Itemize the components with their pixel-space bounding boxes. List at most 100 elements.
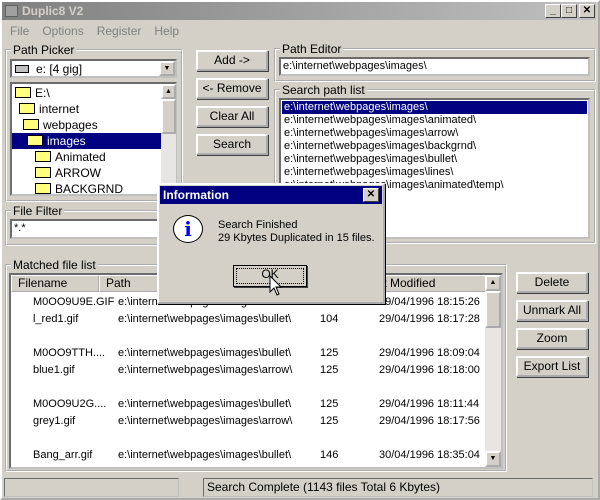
status-left <box>4 478 179 497</box>
export-list-button[interactable]: Export List <box>516 356 588 377</box>
tree-item[interactable]: Animated <box>35 149 106 165</box>
close-button[interactable]: ✕ <box>579 4 595 18</box>
cell-path[interactable]: e:\internet\webpages\images\arrow\ <box>118 364 292 376</box>
folder-icon <box>35 183 51 194</box>
menu-options[interactable]: Options <box>42 24 83 38</box>
tree-item[interactable]: ARROW <box>35 165 101 181</box>
information-icon: i <box>173 215 203 243</box>
remove-button[interactable]: <- Remove <box>196 78 268 99</box>
maximize-button[interactable]: □ <box>561 4 577 18</box>
tree-item-label: images <box>47 134 86 148</box>
cell-name[interactable]: l_red1.gif <box>33 313 78 325</box>
cell-modified[interactable]: 29/04/1996 18:17:56 <box>379 415 480 427</box>
open-folder-icon <box>27 135 43 146</box>
dialog-title: Information <box>160 186 382 204</box>
cell-size[interactable]: 125 <box>320 415 338 427</box>
tree-item-label: webpages <box>43 118 98 132</box>
tree-item-label: Animated <box>55 150 106 164</box>
cell-size[interactable]: 125 <box>320 398 338 410</box>
dialog-close-button[interactable]: ✕ <box>363 188 379 202</box>
tree-item-label: BACKGRND <box>55 182 124 196</box>
status-text: Search Complete (1143 files Total 6 Kbyt… <box>203 478 593 497</box>
search-path-item[interactable]: e:\internet\webpages\images\animated\ <box>282 114 587 127</box>
folder-icon <box>35 151 51 162</box>
cell-name[interactable]: M0OO9TTH.... <box>33 347 105 359</box>
app-icon <box>5 5 18 17</box>
drive-select[interactable]: e: [4 gig] ▼ <box>10 59 177 78</box>
title-bar: Duplic8 V2 <box>2 2 596 20</box>
matched-file-label: Matched file list <box>11 258 98 272</box>
menu-file[interactable]: File <box>10 24 29 38</box>
open-folder-icon <box>19 103 35 114</box>
file-filter-input[interactable]: *.* <box>10 219 177 239</box>
clear-all-button[interactable]: Clear All <box>196 106 268 127</box>
file-list-scrollbar[interactable]: ▲ ▼ <box>485 275 501 467</box>
delete-button[interactable]: Delete <box>516 272 588 293</box>
tree-item[interactable]: internet <box>19 101 79 117</box>
cell-path[interactable]: e:\internet\webpages\images\arrow\ <box>118 415 292 427</box>
tree-item[interactable]: images <box>12 133 161 149</box>
scroll-down-icon[interactable]: ▼ <box>485 451 501 467</box>
path-editor-label: Path Editor <box>280 42 344 56</box>
menu-register[interactable]: Register <box>97 24 142 38</box>
cell-modified[interactable]: 29/04/1996 18:17:28 <box>379 313 480 325</box>
cell-name[interactable]: blue1.gif <box>33 364 75 376</box>
column-header-filename[interactable]: Filename <box>11 275 99 292</box>
search-button[interactable]: Search <box>196 134 268 155</box>
cell-name[interactable]: Bang_arr.gif <box>33 449 92 461</box>
tree-item-label: ARROW <box>55 166 101 180</box>
search-path-item[interactable]: e:\internet\webpages\images\backgrnd\ <box>282 140 587 153</box>
folder-icon <box>35 167 51 178</box>
search-path-item[interactable]: e:\internet\webpages\images\arrow\ <box>282 127 587 140</box>
drive-icon <box>15 65 29 73</box>
cell-modified[interactable]: 29/04/1996 18:11:44 <box>379 398 479 410</box>
tree-scrollbar[interactable]: ▲ <box>161 84 176 194</box>
drive-value: e: [4 gig] <box>36 62 83 76</box>
cell-modified[interactable]: 29/04/1996 18:09:04 <box>379 347 480 359</box>
search-path-item[interactable]: e:\internet\webpages\images\bullet\ <box>282 153 587 166</box>
cell-size[interactable]: 125 <box>320 364 338 376</box>
zoom-button[interactable]: Zoom <box>516 328 588 349</box>
cell-size[interactable]: 146 <box>320 449 338 461</box>
search-path-item[interactable]: e:\internet\webpages\images\ <box>282 101 587 114</box>
cell-modified[interactable]: 29/04/1996 18:15:26 <box>379 296 480 308</box>
cell-name[interactable]: grey1.gif <box>33 415 75 427</box>
open-folder-icon <box>23 119 39 130</box>
menu-bar: File Options Register Help <box>10 24 192 38</box>
scroll-up-icon[interactable]: ▲ <box>485 275 501 291</box>
add-button[interactable]: Add -> <box>196 50 268 71</box>
dialog-message-1: Search Finished <box>218 219 298 231</box>
cell-modified[interactable]: 29/04/1996 18:18:00 <box>379 364 480 376</box>
minimize-button[interactable]: _ <box>545 4 561 18</box>
cell-size[interactable]: 104 <box>320 313 338 325</box>
cell-name[interactable]: M0OO9U2G.... <box>33 398 106 410</box>
cell-size[interactable]: 125 <box>320 347 338 359</box>
tree-item[interactable]: webpages <box>23 117 98 133</box>
path-editor-input[interactable]: e:\internet\webpages\images\ <box>279 57 590 76</box>
cell-path[interactable]: e:\internet\webpages\images\bullet\ <box>118 449 291 461</box>
file-filter-label: File Filter <box>11 204 65 218</box>
scroll-up-icon[interactable]: ▲ <box>161 84 176 99</box>
dialog-message-2: 29 Kbytes Duplicated in 15 files. <box>218 232 375 244</box>
unmark-all-button[interactable]: Unmark All <box>516 300 588 321</box>
scroll-thumb[interactable] <box>485 291 501 328</box>
cell-path[interactable]: e:\internet\webpages\images\bullet\ <box>118 347 291 359</box>
tree-item-label: internet <box>39 102 80 116</box>
cell-name[interactable]: M0OO9U9E.GIF <box>33 296 114 308</box>
chevron-down-icon[interactable]: ▼ <box>159 61 175 76</box>
tree-item-label: E:\ <box>35 86 50 100</box>
path-picker-label: Path Picker <box>11 43 77 57</box>
search-path-label: Search path list <box>280 83 367 97</box>
window-title: Duplic8 V2 <box>22 4 84 18</box>
search-path-item[interactable]: e:\internet\webpages\images\lines\ <box>282 166 587 179</box>
scroll-thumb[interactable] <box>161 99 176 134</box>
folder-tree[interactable]: E:\ internet webpages images Animated ARROW BA… <box>10 82 177 196</box>
menu-help[interactable]: Help <box>154 24 179 38</box>
mouse-cursor-icon <box>269 275 283 296</box>
tree-item[interactable]: E:\ <box>15 85 50 101</box>
cell-modified[interactable]: 30/04/1996 18:35:04 <box>379 449 480 461</box>
cell-path[interactable]: e:\internet\webpages\images\bullet\ <box>118 398 291 410</box>
cell-path[interactable]: e:\internet\webpages\images\bullet\ <box>118 313 291 325</box>
tree-item[interactable]: BACKGRND <box>35 181 124 196</box>
open-folder-icon <box>15 87 31 98</box>
